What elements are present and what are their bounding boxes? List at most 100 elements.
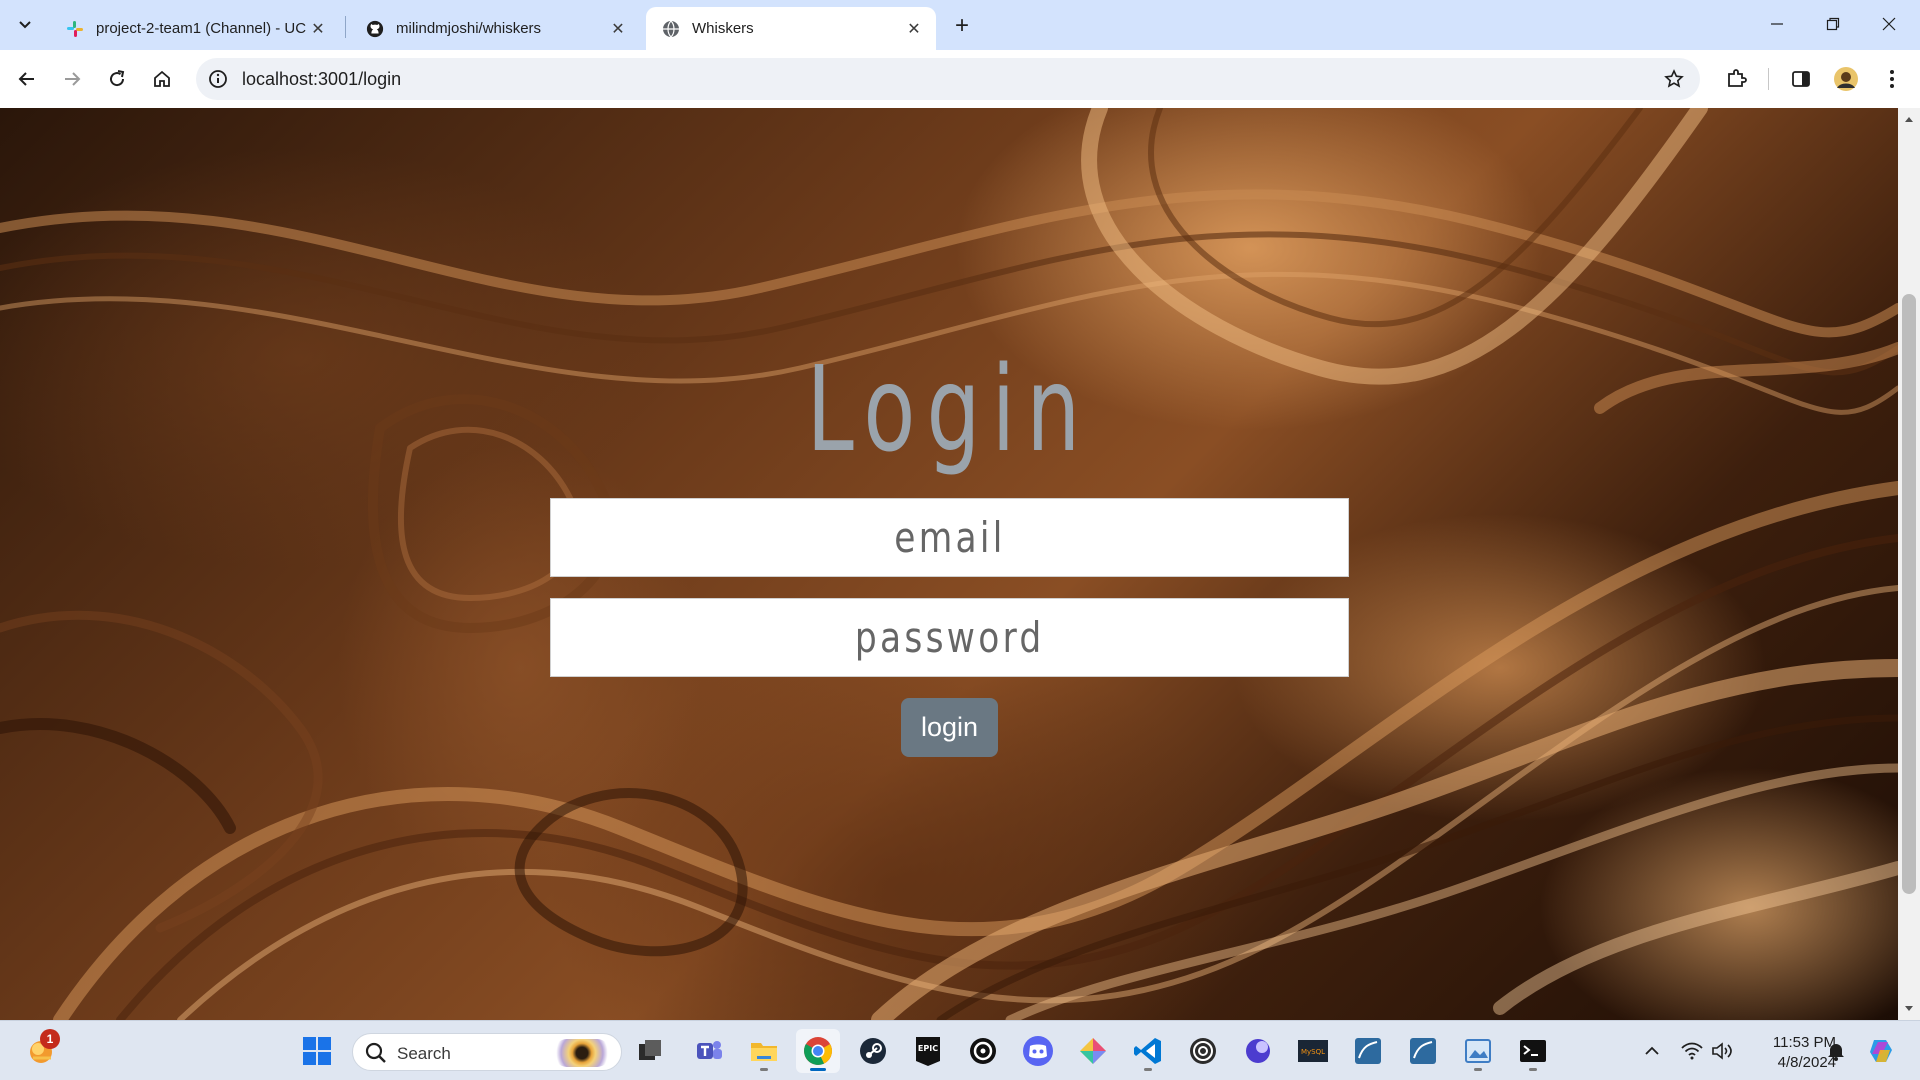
page-viewport: Login email password login [0, 108, 1898, 1020]
close-icon[interactable]: ✕ [308, 19, 328, 39]
git-icon [1080, 1038, 1106, 1064]
clock-time: 11:53 PM [1772, 1034, 1836, 1051]
paint-button[interactable] [1456, 1029, 1500, 1073]
new-tab-button[interactable]: + [948, 12, 976, 40]
chevron-down-icon [19, 21, 31, 29]
discord-icon [1023, 1036, 1053, 1066]
mysql-workbench-button[interactable] [1401, 1029, 1445, 1073]
file-explorer-button[interactable] [742, 1029, 786, 1073]
teams-icon [697, 1041, 722, 1059]
terminal-button[interactable] [1511, 1029, 1555, 1073]
tab-title: project-2-team1 (Channel) - UC [96, 20, 307, 37]
obs-button[interactable] [1181, 1029, 1225, 1073]
scroll-up-arrow-icon[interactable] [1898, 112, 1920, 126]
search-highlight-icon [553, 1039, 611, 1067]
svg-text:EPIC: EPIC [918, 1044, 938, 1053]
extensions-button[interactable] [1721, 64, 1751, 94]
volume-control[interactable] [1710, 1039, 1734, 1063]
mysql-shell-button[interactable]: MySQL [1291, 1029, 1335, 1073]
menu-button[interactable] [1877, 64, 1907, 94]
home-button[interactable] [147, 64, 177, 94]
tab-title: milindmjoshi/whiskers [396, 20, 542, 37]
address-bar[interactable]: localhost:3001/login [196, 58, 1700, 100]
speaker-icon [1712, 1042, 1732, 1060]
steam-icon [860, 1038, 886, 1064]
site-info-icon[interactable] [206, 67, 230, 91]
back-button[interactable] [12, 64, 42, 94]
gitkraken-button[interactable] [1071, 1029, 1115, 1073]
reload-button[interactable] [102, 64, 132, 94]
forward-button[interactable] [57, 64, 87, 94]
vscode-button[interactable] [1126, 1029, 1170, 1073]
tab-slack[interactable]: project-2-team1 (Channel) - UC ✕ [50, 7, 340, 50]
close-window-button[interactable] [1866, 8, 1912, 40]
teams-button[interactable] [687, 1029, 731, 1073]
taskbar-search[interactable]: Search [352, 1033, 622, 1071]
ubisoft-button[interactable] [961, 1029, 1005, 1073]
wifi-icon [1681, 1042, 1703, 1060]
bookmark-star-icon[interactable] [1662, 67, 1686, 91]
obs-icon [1190, 1038, 1216, 1064]
restore-button[interactable] [1810, 8, 1856, 40]
system-clock[interactable]: 11:53 PM 4/8/2024 [1748, 1033, 1836, 1073]
toolbar-divider [1768, 68, 1769, 90]
email-placeholder: email [893, 513, 1006, 562]
terminal-icon [1520, 1040, 1546, 1062]
search-label: Search [397, 1044, 451, 1063]
tab-title: Whiskers [692, 20, 754, 37]
globe-icon [662, 20, 680, 38]
running-indicator [1144, 1068, 1152, 1071]
epic-games-icon: EPIC [916, 1037, 940, 1066]
search-icon [365, 1042, 386, 1063]
windows-taskbar: Search EPIC MySQL 11:53 PM 4/8/2024 [0, 1020, 1920, 1080]
home-icon [154, 70, 170, 87]
ubisoft-icon [970, 1038, 996, 1064]
close-icon[interactable]: ✕ [904, 19, 924, 39]
discord-button[interactable] [1016, 1029, 1060, 1073]
clock-date: 4/8/2024 [1777, 1054, 1836, 1071]
email-field[interactable]: email [550, 498, 1349, 577]
epic-games-button[interactable]: EPIC [906, 1029, 950, 1073]
tab-github[interactable]: milindmjoshi/whiskers ✕ [350, 7, 640, 50]
arrow-right-icon [65, 72, 81, 86]
close-icon[interactable]: ✕ [608, 19, 628, 39]
wifi-status[interactable] [1680, 1039, 1704, 1063]
mysql-workbench-button[interactable] [1346, 1029, 1390, 1073]
vscode-icon [1134, 1038, 1161, 1064]
fluent-icon [1246, 1039, 1270, 1063]
start-button[interactable] [295, 1029, 339, 1073]
scrollbar-thumb[interactable] [1902, 294, 1916, 894]
app-button[interactable] [1236, 1029, 1280, 1073]
password-placeholder: password [854, 613, 1045, 662]
side-panel-button[interactable] [1786, 64, 1816, 94]
show-hidden-icons-button[interactable] [1640, 1039, 1664, 1063]
copilot-button[interactable] [1866, 1036, 1896, 1066]
tab-whiskers[interactable]: Whiskers ✕ [646, 7, 936, 50]
minimize-button[interactable] [1754, 8, 1800, 40]
kebab-menu-icon [1890, 70, 1894, 88]
vertical-scrollbar[interactable] [1898, 108, 1920, 1020]
notifications-button[interactable] [1824, 1039, 1848, 1063]
chrome-button[interactable] [796, 1029, 840, 1073]
running-indicator [760, 1068, 768, 1071]
running-indicator [1474, 1068, 1482, 1071]
close-icon [1882, 17, 1896, 31]
minimize-icon [1771, 23, 1783, 25]
arrow-left-icon [18, 72, 34, 86]
tab-search-button[interactable] [12, 12, 38, 38]
tab-divider [345, 16, 346, 38]
workbench-icon [1355, 1038, 1381, 1064]
workbench-icon [1410, 1038, 1436, 1064]
steam-button[interactable] [851, 1029, 895, 1073]
weather-notification-badge: 1 [40, 1029, 60, 1049]
bell-icon [1828, 1044, 1844, 1061]
task-view-button[interactable] [628, 1029, 672, 1073]
copilot-icon [1870, 1040, 1892, 1062]
scroll-down-arrow-icon[interactable] [1898, 1002, 1920, 1016]
side-panel-icon [1792, 71, 1810, 87]
reload-icon [110, 70, 125, 87]
url-text[interactable]: localhost:3001/login [242, 69, 401, 90]
login-button[interactable]: login [901, 698, 998, 757]
profile-avatar[interactable] [1831, 64, 1861, 94]
password-field[interactable]: password [550, 598, 1349, 677]
